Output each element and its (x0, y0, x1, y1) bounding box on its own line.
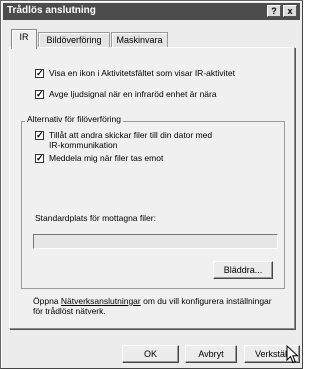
sound-signal-label: Avge ljudsignal när en infraröd enhet är… (49, 89, 217, 99)
show-icon-checkbox[interactable]: ✓ (35, 69, 44, 78)
browse-button[interactable]: Bläddra... (213, 261, 273, 279)
file-transfer-group-title: Alternativ för filöverföring (25, 114, 124, 124)
sound-signal-checkbox[interactable]: ✓ (35, 90, 44, 99)
mouse-pointer-icon (286, 345, 299, 364)
footer-text-line2: för trådlöst nätverk. (33, 306, 106, 316)
help-button[interactable]: ? (267, 5, 281, 17)
footer-text-before: Öppna (33, 296, 61, 306)
tab-ir[interactable]: IR (11, 29, 37, 49)
wireless-connection-dialog: Trådlös anslutning ? x IR Bildöverföring… (0, 0, 303, 369)
default-location-field[interactable] (33, 234, 278, 249)
allow-send-checkbox[interactable]: ✓ (35, 131, 44, 140)
footer-text-after: om du vill konfigurera inställningar (140, 296, 272, 306)
allow-send-label-line1: Tillåt att andra skickar filer till din … (49, 130, 213, 140)
default-location-label: Standardplats för mottagna filer: (35, 213, 156, 223)
show-icon-label: Visa en ikon i Aktivitetsfältet som visa… (49, 68, 235, 78)
network-connections-link[interactable]: Nätverksanslutningar (61, 296, 141, 306)
notify-label: Meddela mig när filer tas emot (49, 153, 164, 163)
ok-button[interactable]: OK (122, 345, 179, 363)
cancel-button[interactable]: Avbryt (185, 345, 237, 363)
window-title: Trådlös anslutning (7, 5, 96, 16)
title-bar[interactable]: Trådlös anslutning ? x (3, 3, 300, 20)
close-button[interactable]: x (283, 5, 297, 17)
notify-checkbox[interactable]: ✓ (35, 154, 44, 163)
allow-send-label-line2: IR-kommunikation (49, 140, 118, 150)
footer-text-line1: Öppna Nätverksanslutningar om du vill ko… (33, 296, 272, 306)
